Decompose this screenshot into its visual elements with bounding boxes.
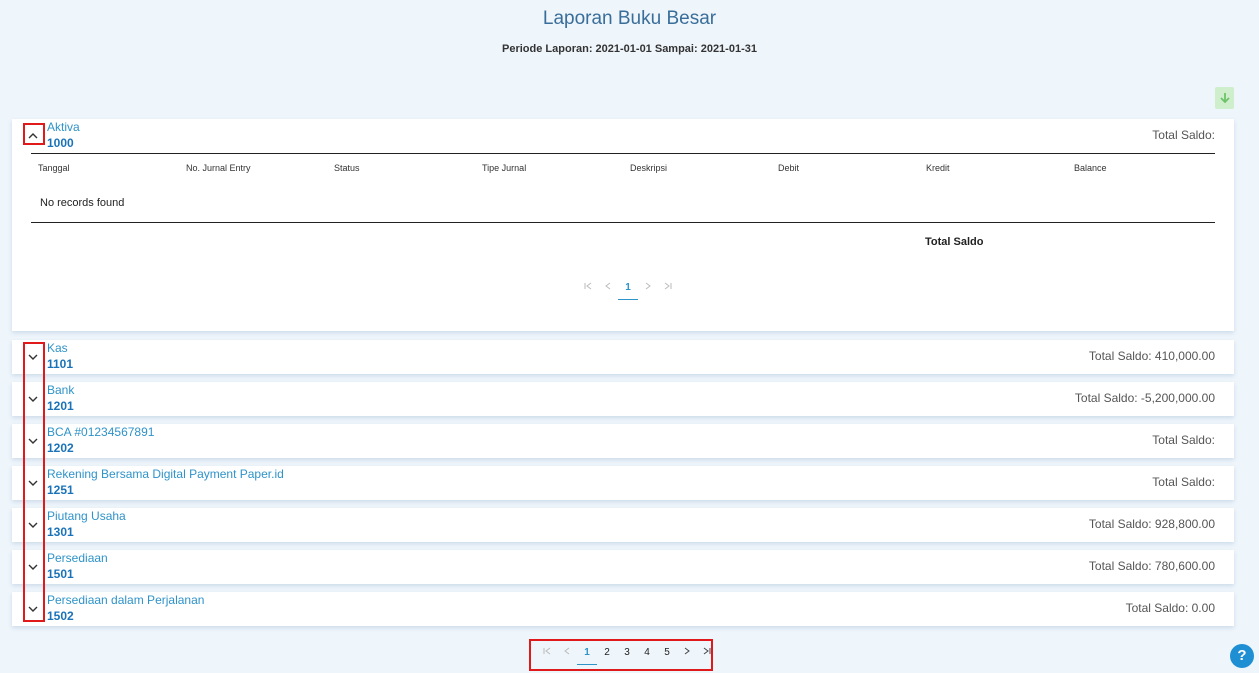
column-header: No. Jurnal Entry — [186, 163, 251, 173]
first-page-icon[interactable] — [578, 278, 598, 300]
account-code[interactable]: 1501 — [47, 567, 74, 581]
chevron-right-icon[interactable] — [677, 643, 697, 665]
account-panel: BCA #01234567891 1202 Total Saldo: — [12, 424, 1234, 458]
account-header[interactable]: Kas 1101 Total Saldo: 410,000.00 — [12, 340, 1234, 374]
column-header: Debit — [778, 163, 800, 173]
account-panel: Bank 1201 Total Saldo: -5,200,000.00 — [12, 382, 1234, 416]
expand-toggle[interactable] — [26, 476, 40, 490]
account-total: Total Saldo: — [1152, 475, 1215, 489]
column-header: Kredit — [926, 163, 950, 173]
account-total: Total Saldo: 0.00 — [1125, 601, 1215, 615]
account-total: Total Saldo: 780,600.00 — [1088, 559, 1215, 573]
empty-message: No records found — [40, 197, 125, 209]
account-total: Total Saldo: 928,800.00 — [1088, 517, 1215, 531]
account-name[interactable]: Aktiva — [47, 120, 80, 134]
account-header[interactable]: Persediaan dalam Perjalanan 1502 Total S… — [12, 592, 1234, 626]
account-code[interactable]: 1202 — [47, 441, 74, 455]
chevron-up-icon — [28, 133, 38, 139]
total-saldo-label: Total Saldo — [925, 236, 984, 248]
help-button[interactable]: ? — [1230, 644, 1254, 668]
expand-toggle[interactable] — [26, 518, 40, 532]
page-button-5[interactable]: 5 — [657, 643, 677, 665]
account-code[interactable]: 1301 — [47, 525, 74, 539]
report-period: Periode Laporan: 2021-01-01 Sampai: 2021… — [502, 43, 757, 55]
account-code[interactable]: 1251 — [47, 483, 74, 497]
table-header: Tanggal No. Jurnal Entry Status Tipe Jur… — [31, 163, 1215, 177]
column-header: Tipe Jurnal — [482, 163, 527, 173]
table-pagination: 1 — [578, 277, 678, 301]
chevron-down-icon — [28, 354, 38, 360]
account-panel: Rekening Bersama Digital Payment Paper.i… — [12, 466, 1234, 500]
chevron-down-icon — [28, 564, 38, 570]
expand-toggle[interactable] — [26, 434, 40, 448]
account-name[interactable]: Piutang Usaha — [47, 509, 126, 523]
account-panel: Persediaan 1501 Total Saldo: 780,600.00 — [12, 550, 1234, 584]
account-name[interactable]: Rekening Bersama Digital Payment Paper.i… — [47, 467, 284, 481]
table-divider — [31, 153, 1215, 154]
account-code[interactable]: 1000 — [47, 136, 74, 150]
account-panel: Piutang Usaha 1301 Total Saldo: 928,800.… — [12, 508, 1234, 542]
account-name[interactable]: Persediaan dalam Perjalanan — [47, 593, 204, 607]
page-button-3[interactable]: 3 — [617, 643, 637, 665]
page-button-1[interactable]: 1 — [577, 643, 597, 665]
account-code[interactable]: 1201 — [47, 399, 74, 413]
column-header: Tanggal — [38, 163, 70, 173]
account-total: Total Saldo: 410,000.00 — [1088, 349, 1215, 363]
table-divider — [31, 222, 1215, 223]
expand-toggle[interactable] — [26, 392, 40, 406]
column-header: Balance — [1074, 163, 1107, 173]
account-header[interactable]: Piutang Usaha 1301 Total Saldo: 928,800.… — [12, 508, 1234, 542]
account-panel-expanded: Aktiva 1000 Total Saldo: Tanggal No. Jur… — [12, 119, 1234, 331]
account-header[interactable]: BCA #01234567891 1202 Total Saldo: — [12, 424, 1234, 458]
expand-toggle[interactable] — [26, 560, 40, 574]
account-code[interactable]: 1502 — [47, 609, 74, 623]
last-page-icon[interactable] — [658, 278, 678, 300]
account-total: Total Saldo: -5,200,000.00 — [1074, 391, 1215, 405]
expand-toggle[interactable] — [26, 350, 40, 364]
chevron-down-icon — [28, 522, 38, 528]
page-title: Laporan Buku Besar — [542, 8, 717, 29]
download-button[interactable] — [1215, 87, 1234, 109]
account-name[interactable]: Kas — [47, 341, 68, 355]
chevron-down-icon — [28, 396, 38, 402]
chevron-left-icon[interactable] — [598, 278, 618, 300]
download-arrow-icon — [1219, 93, 1230, 104]
account-name[interactable]: Bank — [47, 383, 74, 397]
chevron-down-icon — [28, 438, 38, 444]
account-name[interactable]: Persediaan — [47, 551, 108, 565]
column-header: Status — [334, 163, 360, 173]
account-panel: Persediaan dalam Perjalanan 1502 Total S… — [12, 592, 1234, 626]
account-code[interactable]: 1101 — [47, 357, 73, 371]
chevron-down-icon — [28, 606, 38, 612]
page-button-current[interactable]: 1 — [618, 278, 638, 300]
last-page-icon[interactable] — [697, 643, 717, 665]
account-header[interactable]: Rekening Bersama Digital Payment Paper.i… — [12, 466, 1234, 500]
account-total: Total Saldo: — [1152, 433, 1215, 447]
collapse-toggle[interactable] — [26, 129, 40, 143]
chevron-right-icon[interactable] — [638, 278, 658, 300]
account-panel: Kas 1101 Total Saldo: 410,000.00 — [12, 340, 1234, 374]
chevron-left-icon[interactable] — [557, 643, 577, 665]
first-page-icon[interactable] — [537, 643, 557, 665]
page-button-2[interactable]: 2 — [597, 643, 617, 665]
account-header[interactable]: Persediaan 1501 Total Saldo: 780,600.00 — [12, 550, 1234, 584]
account-header[interactable]: Bank 1201 Total Saldo: -5,200,000.00 — [12, 382, 1234, 416]
chevron-down-icon — [28, 480, 38, 486]
expand-toggle[interactable] — [26, 602, 40, 616]
account-header[interactable]: Aktiva 1000 Total Saldo: — [12, 119, 1234, 153]
pagination: 1 2 3 4 5 — [533, 643, 721, 665]
account-total: Total Saldo: — [1152, 128, 1215, 142]
column-header: Deskripsi — [630, 163, 668, 173]
page-button-4[interactable]: 4 — [637, 643, 657, 665]
account-name[interactable]: BCA #01234567891 — [47, 425, 154, 439]
